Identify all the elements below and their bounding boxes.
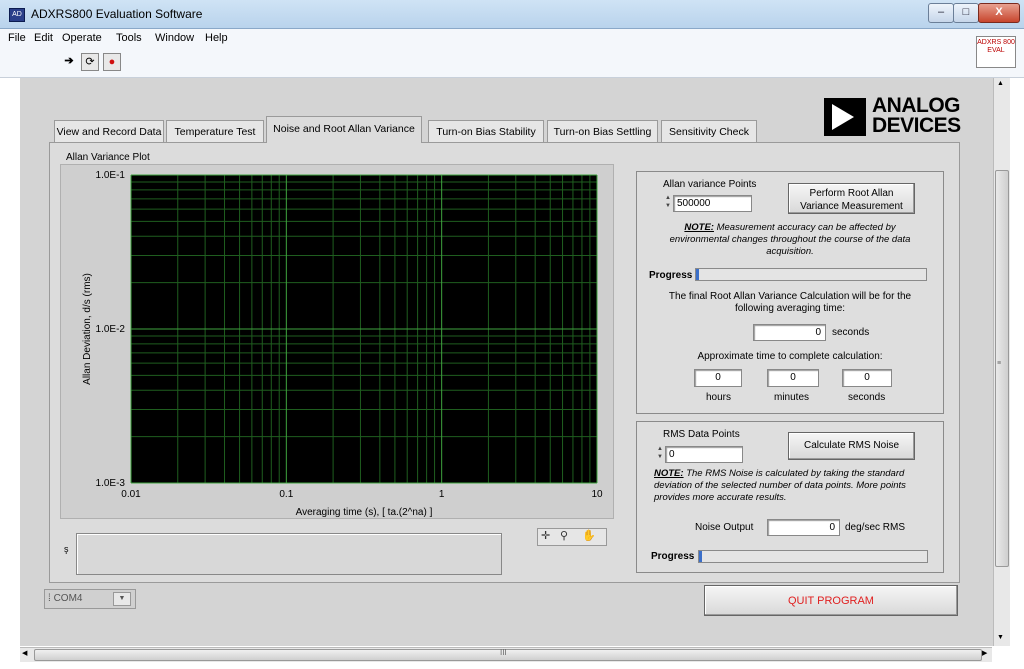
rms-points-label: RMS Data Points [663, 429, 740, 440]
minimize-button[interactable]: – [928, 3, 954, 23]
allan-progress-bar [695, 268, 927, 281]
calculate-rms-noise-button[interactable]: Calculate RMS Noise [788, 432, 915, 460]
seconds-label: seconds [848, 392, 886, 403]
allan-progress-fill [696, 269, 699, 280]
close-button[interactable]: X [978, 3, 1020, 23]
minutes-label: minutes [774, 392, 810, 403]
allan-points-label: Allan variance Points [663, 179, 757, 190]
plot-title: Allan Variance Plot [66, 152, 150, 163]
menu-edit[interactable]: Edit [34, 32, 53, 44]
allan-progress-label: Progress [649, 270, 693, 281]
approx-time-label: Approximate time to complete calculation… [697, 351, 883, 362]
rms-note-prefix: NOTE: [654, 468, 684, 479]
averaging-time-display: 0 [753, 324, 826, 341]
menu-bar [0, 29, 1024, 47]
app-icon[interactable]: AD [9, 8, 25, 22]
tab-turn-on-bias-stability[interactable]: Turn-on Bias Stability [428, 120, 544, 142]
x-tick-label: 10 [591, 489, 603, 500]
hours-label: hours [706, 392, 732, 403]
tab-sensitivity-check[interactable]: Sensitivity Check [661, 120, 757, 142]
x-axis-label: Averaging time (s), [ ta.(2^na) ] [296, 507, 433, 518]
run-continuous-icon[interactable]: ⟳ [81, 53, 99, 71]
x-tick-label: 0.1 [279, 489, 293, 500]
run-arrow-icon[interactable]: ➔ [61, 53, 77, 69]
noise-output-label: Noise Output [695, 522, 754, 533]
eval-vi-icon: ADXRS 800 EVAL [976, 36, 1016, 68]
logo-line-1: ANALOG [872, 94, 960, 117]
menu-file[interactable]: File [8, 32, 26, 44]
y-tick-label: 1.0E-1 [96, 170, 126, 181]
message-box-label: ş [64, 544, 69, 554]
rms-progress-fill [699, 551, 702, 562]
noise-output-display: 0 [767, 519, 840, 536]
window-title: ADXRS800 Evaluation Software [31, 7, 203, 21]
tab-turn-on-bias-settling[interactable]: Turn-on Bias Settling [547, 120, 658, 142]
hscroll-grip: III [500, 648, 507, 657]
scroll-left-icon[interactable]: ◀ [22, 649, 27, 657]
rms-points-input[interactable]: 0 [665, 446, 743, 463]
perform-root-allan-button[interactable]: Perform Root Allan Variance Measurement [788, 183, 915, 214]
vertical-scroll-thumb[interactable] [995, 170, 1009, 567]
toolbar [0, 47, 1024, 78]
noise-output-unit: deg/sec RMS [845, 522, 906, 533]
horizontal-scroll-thumb[interactable] [34, 649, 982, 661]
message-box[interactable] [76, 533, 502, 575]
tab-view-and-record-data[interactable]: View and Record Data [54, 120, 164, 142]
x-tick-label: 0.01 [121, 489, 141, 500]
logo-line-2: DEVICES [872, 114, 961, 137]
seconds-display: 0 [842, 369, 892, 387]
rms-note: NOTE: The RMS Noise is calculated by tak… [654, 468, 922, 504]
rms-progress-bar [698, 550, 928, 563]
menu-window[interactable]: Window [155, 32, 194, 44]
cursor-tool-icon[interactable]: ✛ [541, 529, 550, 542]
minutes-display: 0 [767, 369, 819, 387]
logo-triangle [832, 104, 854, 130]
scroll-up-icon[interactable]: ▲ [997, 80, 1004, 87]
zoom-tool-icon[interactable]: ⚲ [560, 529, 568, 542]
com-port-icon: ⁞ [48, 593, 51, 604]
allan-variance-chart[interactable]: 0.01 0.1 1 10 1.0E-1 1.0E-2 1.0E-3 Averaging t… [60, 164, 614, 519]
analog-devices-logo-text: ANALOG DEVICES [872, 94, 961, 137]
allan-note-prefix: NOTE: [684, 222, 714, 233]
tab-temperature-test[interactable]: Temperature Test [166, 120, 264, 142]
hours-display: 0 [694, 369, 742, 387]
menu-operate[interactable]: Operate [62, 32, 102, 44]
allan-points-spinner-icon[interactable]: ▲ ▼ [664, 194, 672, 210]
y-tick-label: 1.0E-2 [96, 324, 126, 335]
rms-note-text: The RMS Noise is calculated by taking th… [654, 468, 906, 503]
menu-tools[interactable]: Tools [116, 32, 142, 44]
y-axis-label: Allan Deviation, d/s (rms) [82, 273, 93, 385]
allan-points-input[interactable]: 500000 [673, 195, 752, 212]
maximize-button[interactable]: □ [953, 3, 979, 23]
tab-noise-and-root-allan-variance[interactable]: Noise and Root Allan Variance [266, 116, 422, 143]
menu-help[interactable]: Help [205, 32, 228, 44]
scroll-right-icon[interactable]: ▶ [982, 649, 987, 657]
chevron-down-icon[interactable]: ▼ [113, 592, 131, 606]
rms-points-spinner-icon[interactable]: ▲ ▼ [656, 445, 664, 461]
rms-progress-label: Progress [651, 551, 695, 562]
quit-program-button[interactable]: QUIT PROGRAM [704, 585, 958, 616]
abort-icon[interactable]: ● [103, 53, 121, 71]
x-tick-label: 1 [439, 489, 445, 500]
averaging-time-unit: seconds [832, 327, 870, 338]
y-tick-label: 1.0E-3 [96, 478, 126, 489]
scroll-down-icon[interactable]: ▼ [997, 634, 1004, 641]
pan-tool-icon[interactable]: ✋ [582, 529, 596, 542]
com-port-select[interactable]: ⁞ COM4 ▼ [44, 589, 136, 609]
vscroll-grip: ≡ [997, 360, 1002, 367]
com-port-value: COM4 [53, 593, 83, 604]
final-calc-text: The final Root Allan Variance Calculatio… [668, 291, 912, 314]
allan-note: NOTE: Measurement accuracy can be affect… [660, 222, 920, 258]
